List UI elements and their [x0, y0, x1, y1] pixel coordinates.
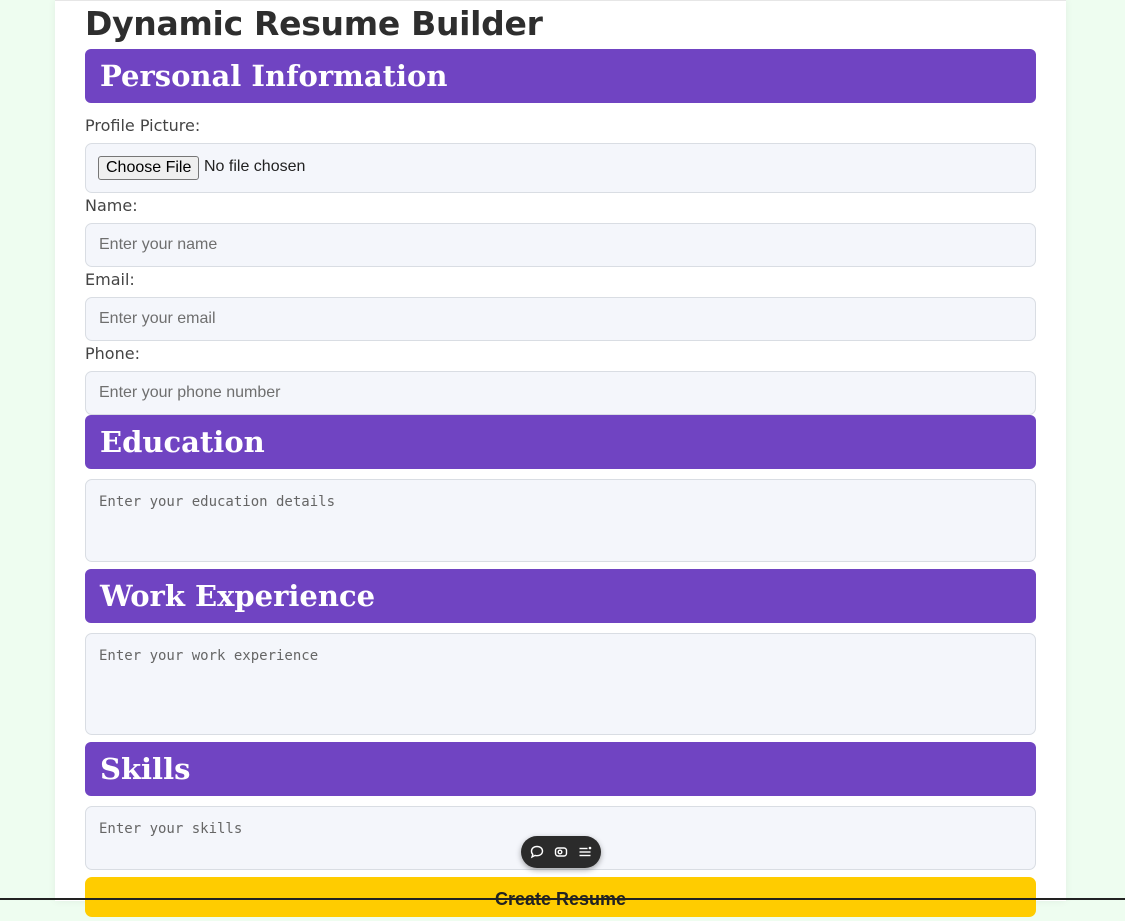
education-textarea[interactable]: Enter your education details — [85, 479, 1036, 562]
work-experience-textarea[interactable]: Enter your work experience — [85, 633, 1036, 735]
section-header-education: Education — [85, 415, 1036, 469]
name-placeholder: Enter your name — [99, 236, 218, 253]
chat-bubble-icon[interactable] — [529, 844, 545, 860]
work-experience-placeholder: Enter your work experience — [99, 648, 319, 664]
profile-picture-input[interactable]: Choose File No file chosen — [85, 143, 1036, 193]
section-heading: Skills — [100, 752, 191, 786]
email-input[interactable]: Enter your email — [85, 297, 1036, 341]
create-resume-button[interactable]: Create Resume — [85, 877, 1036, 917]
section-header-skills: Skills — [85, 742, 1036, 796]
page-title: Dynamic Resume Builder — [85, 4, 543, 43]
resume-form-card: Dynamic Resume Builder Personal Informat… — [55, 0, 1066, 917]
skills-placeholder: Enter your skills — [99, 821, 243, 837]
section-heading: Personal Information — [100, 59, 448, 93]
floating-toolbar — [521, 836, 601, 868]
section-header-work: Work Experience — [85, 569, 1036, 623]
section-heading: Education — [100, 425, 265, 459]
name-label: Name: — [85, 196, 138, 215]
profile-picture-label: Profile Picture: — [85, 116, 201, 135]
phone-label: Phone: — [85, 344, 140, 363]
choose-file-button[interactable]: Choose File — [98, 156, 200, 180]
phone-placeholder: Enter your phone number — [99, 384, 281, 401]
phone-input[interactable]: Enter your phone number — [85, 371, 1036, 415]
menu-list-icon[interactable] — [577, 844, 593, 860]
screenshot-icon[interactable] — [553, 844, 569, 860]
email-label: Email: — [85, 270, 135, 289]
section-heading: Work Experience — [100, 579, 376, 613]
name-input[interactable]: Enter your name — [85, 223, 1036, 267]
section-header-personal: Personal Information — [85, 49, 1036, 103]
file-status-text: No file chosen — [204, 158, 306, 175]
email-placeholder: Enter your email — [99, 310, 216, 327]
education-placeholder: Enter your education details — [99, 494, 336, 510]
